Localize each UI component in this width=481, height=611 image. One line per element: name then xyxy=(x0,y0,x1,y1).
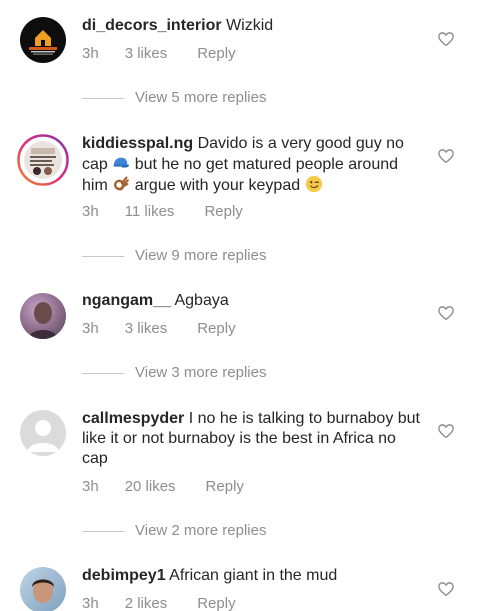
replies-divider xyxy=(82,97,124,99)
comment-meta: 3h 20 likes Reply xyxy=(82,477,244,497)
comment-body: African giant in the mud xyxy=(169,567,338,584)
ok-hand-emoji xyxy=(114,176,130,191)
view-more-replies[interactable]: View 3 more replies xyxy=(82,363,266,383)
billed-cap-emoji xyxy=(114,157,130,168)
view-more-replies-label[interactable]: View 3 more replies xyxy=(135,364,266,381)
comment-meta: 3h 3 likes Reply xyxy=(82,319,236,339)
avatar[interactable] xyxy=(20,567,66,611)
heart-outline-icon[interactable] xyxy=(437,580,455,598)
replies-divider xyxy=(82,372,124,374)
comment-meta: 3h 11 likes Reply xyxy=(82,202,243,222)
avatar[interactable] xyxy=(20,293,66,339)
reply-button[interactable]: Reply xyxy=(197,319,235,339)
view-more-replies-label[interactable]: View 2 more replies xyxy=(135,522,266,539)
comment-text: kiddiesspal.ng Davido is a very good guy… xyxy=(82,134,412,196)
comment-username[interactable]: callmespyder xyxy=(82,410,184,427)
comment-body: Agbaya xyxy=(174,292,229,309)
comment-meta: 3h 2 likes Reply xyxy=(82,594,236,611)
reply-button[interactable]: Reply xyxy=(197,594,235,611)
avatar[interactable] xyxy=(17,134,69,186)
comment-likes[interactable]: 3 likes xyxy=(125,44,168,64)
comment-text: ngangam__ Agbaya xyxy=(82,291,418,311)
comment-time: 3h xyxy=(82,203,99,220)
comment-body-part: argue with your keypad xyxy=(134,177,301,194)
heart-outline-icon[interactable] xyxy=(437,30,455,48)
replies-divider xyxy=(82,530,124,532)
view-more-replies-label[interactable]: View 9 more replies xyxy=(135,247,266,264)
heart-outline-icon[interactable] xyxy=(437,422,455,440)
heart-outline-icon[interactable] xyxy=(437,304,455,322)
comments-feed: di_decors_interior Wizkid 3h 3 likes Reply… xyxy=(0,0,481,611)
view-more-replies[interactable]: View 9 more replies xyxy=(82,246,266,266)
comment-likes[interactable]: 2 likes xyxy=(125,594,168,611)
comment-meta: 3h 3 likes Reply xyxy=(82,44,236,64)
comment-likes[interactable]: 3 likes xyxy=(125,319,168,339)
avatar[interactable] xyxy=(20,410,66,456)
comment-text: debimpey1 African giant in the mud xyxy=(82,566,418,586)
heart-outline-icon[interactable] xyxy=(437,147,455,165)
reply-button[interactable]: Reply xyxy=(197,44,235,64)
comment-time: 3h xyxy=(82,320,99,337)
comment-username[interactable]: kiddiesspal.ng xyxy=(82,135,193,152)
comment-likes[interactable]: 11 likes xyxy=(125,202,175,222)
default-avatar-icon xyxy=(20,410,66,456)
comment-likes[interactable]: 20 likes xyxy=(125,477,176,497)
winking-face-emoji xyxy=(305,175,322,193)
comment-text: callmespyder I no he is talking to burna… xyxy=(82,409,422,469)
view-more-replies[interactable]: View 2 more replies xyxy=(82,521,266,541)
avatar-story-ring xyxy=(17,134,69,186)
view-more-replies-label[interactable]: View 5 more replies xyxy=(135,89,266,106)
comment-time: 3h xyxy=(82,45,99,62)
avatar-photo xyxy=(20,293,66,339)
replies-divider xyxy=(82,255,124,257)
comment-text: di_decors_interior Wizkid xyxy=(82,16,418,36)
avatar[interactable] xyxy=(20,17,66,63)
reply-button[interactable]: Reply xyxy=(204,202,242,222)
reply-button[interactable]: Reply xyxy=(206,477,244,497)
comment-time: 3h xyxy=(82,478,99,495)
avatar-photo xyxy=(20,567,66,611)
avatar-logo xyxy=(20,17,66,63)
comment-username[interactable]: ngangam__ xyxy=(82,292,171,309)
comment-time: 3h xyxy=(82,595,99,611)
comment-username[interactable]: debimpey1 xyxy=(82,567,166,584)
view-more-replies[interactable]: View 5 more replies xyxy=(82,88,266,108)
comment-body: Wizkid xyxy=(226,17,274,34)
comment-username[interactable]: di_decors_interior xyxy=(82,17,222,34)
